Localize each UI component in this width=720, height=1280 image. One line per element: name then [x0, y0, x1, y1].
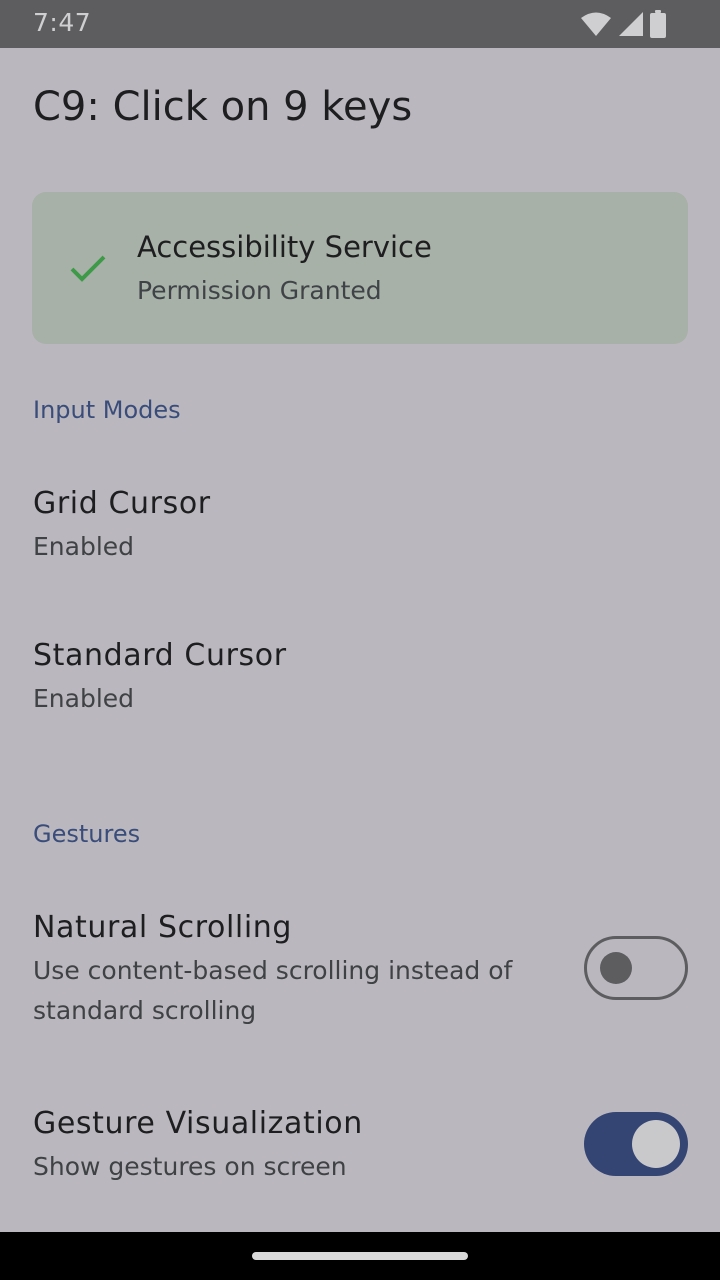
section-header-input-modes: Input Modes: [33, 396, 181, 424]
natural-scrolling-description: Use content-based scrolling instead of s…: [33, 956, 513, 1025]
toggle-knob: [600, 952, 632, 984]
standard-cursor-title: Standard Cursor: [33, 638, 287, 673]
status-icons: [580, 10, 666, 38]
grid-cursor-status: Enabled: [33, 532, 135, 561]
toggle-knob: [632, 1120, 680, 1168]
natural-scrolling-title: Natural Scrolling: [33, 910, 293, 945]
section-header-gestures: Gestures: [33, 820, 141, 848]
natural-scrolling-toggle[interactable]: [584, 936, 688, 1000]
navigation-bar: [0, 1232, 720, 1280]
status-bar: 7:47: [0, 0, 720, 48]
gesture-visualization-toggle[interactable]: [584, 1112, 688, 1176]
battery-icon: [650, 10, 666, 38]
gesture-visualization-title: Gesture Visualization: [33, 1106, 363, 1141]
status-time: 7:47: [33, 8, 92, 37]
home-gesture-handle[interactable]: [252, 1252, 468, 1260]
grid-cursor-title: Grid Cursor: [33, 486, 211, 521]
standard-cursor-status: Enabled: [33, 684, 135, 713]
check-icon: [70, 255, 106, 282]
wifi-icon: [581, 12, 611, 36]
cell-signal-icon: [619, 12, 643, 36]
permission-subtitle: Permission Granted: [137, 276, 382, 305]
page-title: C9: Click on 9 keys: [33, 84, 413, 130]
gesture-visualization-description: Show gestures on screen: [33, 1152, 347, 1181]
permission-card: [32, 192, 688, 344]
permission-title: Accessibility Service: [137, 230, 432, 264]
